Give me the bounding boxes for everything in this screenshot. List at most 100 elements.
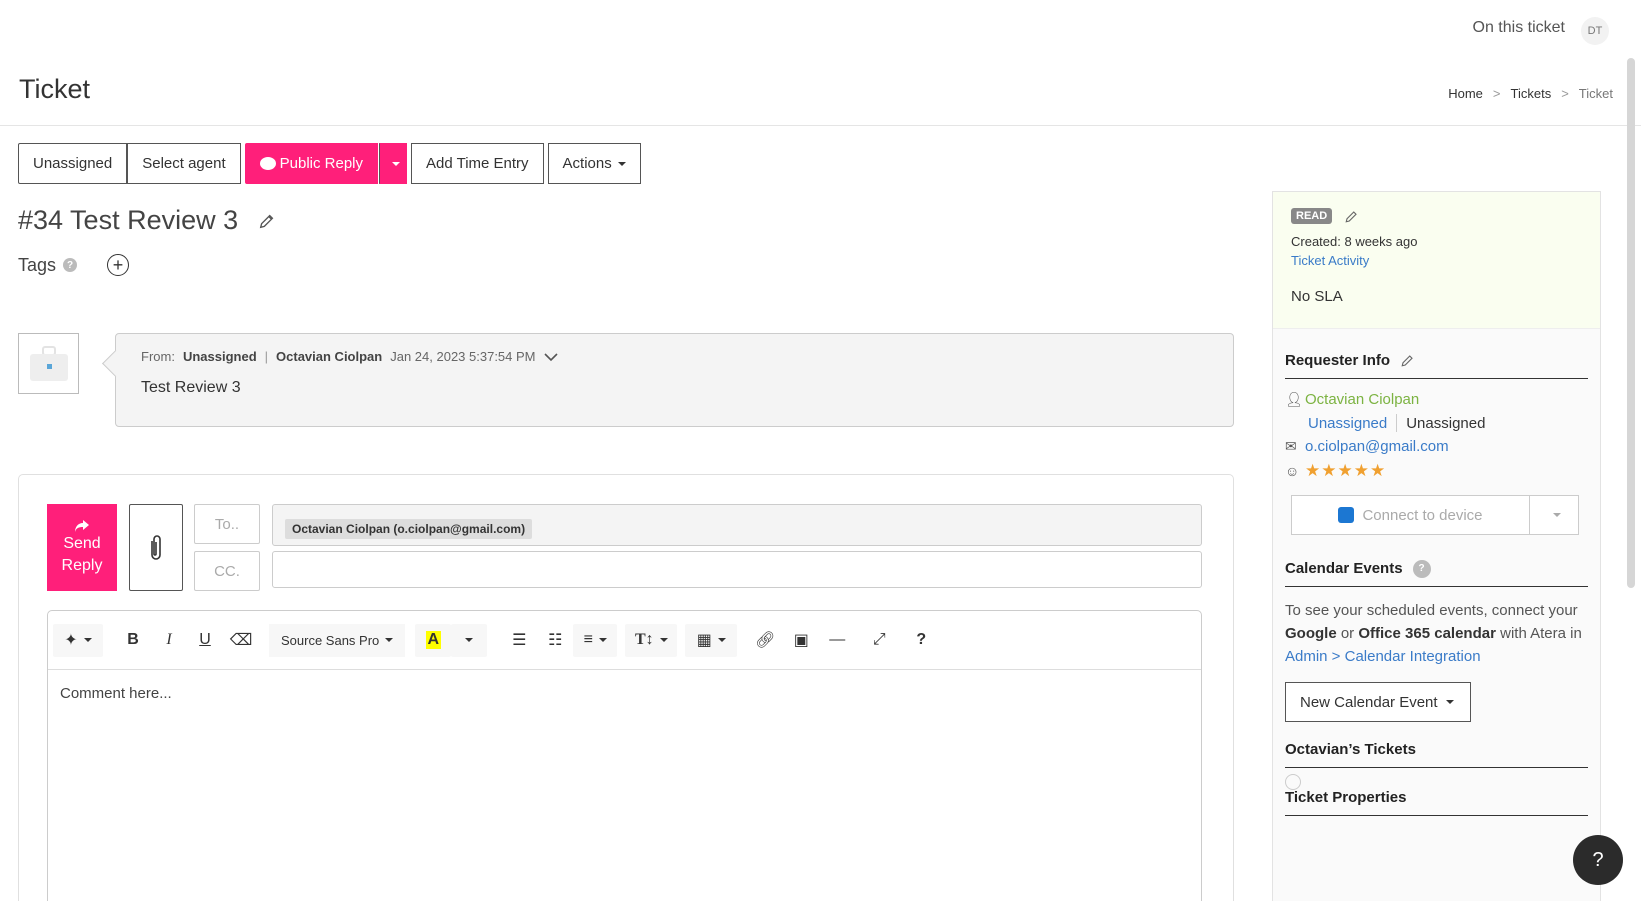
requester-org-link[interactable]: Unassigned: [1308, 415, 1387, 432]
requester-title: Requester Info: [1285, 349, 1588, 379]
requester-tickets-title: Octavian’s Tickets: [1285, 738, 1588, 768]
numbered-list-icon[interactable]: ☷: [537, 624, 573, 657]
caret-down-icon: [392, 161, 400, 166]
align-icon[interactable]: ≡: [573, 623, 618, 657]
editor-toolbar: ✦ B I U ⌫ Source Sans Pro A ☰ ☷ ≡ T↕ ▦ 🔗…: [48, 611, 1201, 670]
bold-icon[interactable]: B: [115, 624, 151, 657]
font-family-select[interactable]: Source Sans Pro: [269, 623, 406, 657]
text-size-icon[interactable]: T↕: [625, 623, 678, 657]
magic-style-icon[interactable]: ✦: [53, 623, 103, 657]
cc-button[interactable]: CC.: [194, 551, 260, 591]
cc-field[interactable]: [272, 551, 1202, 588]
page-scrollbar[interactable]: [1627, 58, 1635, 588]
help-button[interactable]: ?: [1573, 835, 1623, 885]
comment-icon: [259, 157, 276, 170]
table-icon[interactable]: ▦: [685, 623, 738, 657]
horizontal-rule-icon[interactable]: —: [819, 624, 855, 657]
to-field[interactable]: Octavian Ciolpan (o.ciolpan@gmail.com): [272, 504, 1202, 546]
page-title: Ticket: [19, 74, 91, 104]
send-label: Send: [63, 534, 101, 552]
eraser-icon[interactable]: ⌫: [223, 624, 259, 657]
from-value: Unassigned: [182, 349, 257, 364]
italic-icon[interactable]: I: [151, 624, 187, 657]
breadcrumb-separator: >: [1561, 86, 1569, 101]
bullet-list-icon[interactable]: ☰: [501, 624, 537, 657]
requester-name-link[interactable]: Octavian Ciolpan: [1305, 391, 1419, 408]
satisfaction-row: ☺ ★★★★★: [1285, 461, 1588, 481]
help-icon[interactable]: ?: [63, 258, 78, 272]
requester-section: Requester Info 👤︎ Octavian Ciolpan Unass…: [1273, 349, 1600, 535]
comment-editor: ✦ B I U ⌫ Source Sans Pro A ☰ ☷ ≡ T↕ ▦ 🔗…: [47, 610, 1202, 901]
add-time-entry-button[interactable]: Add Time Entry: [411, 143, 544, 184]
breadcrumb-home[interactable]: Home: [1448, 86, 1483, 101]
ticket-status-panel: READ Created: 8 weeks ago Ticket Activit…: [1273, 192, 1600, 329]
message-body: Test Review 3: [141, 379, 241, 396]
ticket-activity-link[interactable]: Ticket Activity: [1291, 253, 1582, 268]
help-icon[interactable]: ?: [903, 624, 939, 657]
message-meta: From: Unassigned | Octavian Ciolpan Jan …: [141, 349, 558, 364]
highlight-dropdown-icon[interactable]: [451, 623, 488, 657]
calendar-integration-link[interactable]: Admin > Calendar Integration: [1285, 648, 1481, 665]
sla-status: No SLA: [1291, 288, 1343, 305]
breadcrumb-tickets[interactable]: Tickets: [1511, 86, 1552, 101]
add-tag-icon[interactable]: +: [107, 254, 130, 276]
connect-device-main[interactable]: Connect to device: [1292, 496, 1530, 534]
connect-device-dropdown[interactable]: [1530, 496, 1578, 534]
underline-icon[interactable]: U: [187, 624, 223, 657]
to-button[interactable]: To..: [194, 504, 260, 544]
user-avatar[interactable]: DT: [1581, 17, 1609, 45]
help-icon[interactable]: ?: [1412, 559, 1431, 578]
image-icon[interactable]: ▣: [783, 624, 819, 657]
public-reply-dropdown-button[interactable]: [379, 143, 407, 184]
breadcrumb: Home > Tickets > Ticket: [1448, 86, 1613, 101]
read-badge: READ: [1291, 208, 1333, 224]
ticket-properties-section: Ticket Properties: [1273, 786, 1600, 816]
calendar-section: Calendar Events ? To see your scheduled …: [1273, 557, 1600, 722]
paperclip-icon: [151, 534, 161, 560]
connect-device-button[interactable]: Connect to device: [1291, 495, 1579, 535]
message-author: Octavian Ciolpan: [276, 349, 383, 364]
fullscreen-icon[interactable]: ⤢: [861, 624, 897, 657]
calendar-description: To see your scheduled events, connect yo…: [1285, 599, 1588, 668]
connect-device-label: Connect to device: [1362, 506, 1483, 524]
edit-pencil-icon[interactable]: [258, 212, 276, 230]
requester-tickets-section: Octavian’s Tickets: [1273, 738, 1600, 790]
comment-input[interactable]: Comment here...: [48, 670, 1201, 717]
message-card: From: Unassigned | Octavian Ciolpan Jan …: [115, 333, 1234, 427]
chevron-down-icon[interactable]: [543, 350, 558, 364]
select-agent-button[interactable]: Select agent: [127, 143, 241, 184]
created-time: Created: 8 weeks ago: [1291, 234, 1418, 249]
cal-google: Google: [1285, 625, 1337, 642]
top-bar: On this ticket DT: [0, 0, 1641, 58]
tags-label: Tags: [18, 254, 57, 275]
requester-email-row: ✉ o.ciolpan@gmail.com: [1285, 438, 1588, 455]
cal-text-part: To see your scheduled events, connect yo…: [1285, 602, 1578, 619]
user-icon: 👤︎: [1285, 391, 1303, 407]
send-reply-button[interactable]: Send Reply: [47, 504, 117, 591]
envelope-icon: ✉: [1285, 438, 1297, 454]
meta-separator: |: [264, 349, 269, 364]
edit-pencil-icon[interactable]: [1400, 353, 1415, 368]
ticket-title-row: #34 Test Review 3: [18, 205, 276, 236]
link-icon[interactable]: 🔗︎: [747, 624, 783, 657]
public-reply-label: Public Reply: [279, 155, 363, 172]
public-reply-button[interactable]: Public Reply: [244, 143, 378, 184]
requester-email-link[interactable]: o.ciolpan@gmail.com: [1305, 438, 1449, 455]
edit-pencil-icon[interactable]: [1344, 209, 1359, 224]
on-this-ticket-link[interactable]: On this ticket: [1473, 19, 1565, 37]
breadcrumb-current: Ticket: [1578, 86, 1613, 101]
ticket-toolbar: Unassigned Select agent Public Reply Add…: [18, 143, 641, 184]
assign-group: Unassigned Select agent: [18, 143, 241, 184]
attach-button[interactable]: [129, 504, 183, 591]
highlight-color-icon[interactable]: A: [415, 623, 452, 657]
recipient-chip[interactable]: Octavian Ciolpan (o.ciolpan@gmail.com): [285, 519, 533, 539]
actions-label: Actions: [562, 155, 612, 172]
tags-row: Tags ? +: [18, 254, 130, 276]
requester-org: Unassigned: [1406, 414, 1486, 432]
ticket-title: #34 Test Review 3: [18, 205, 239, 235]
unassigned-button[interactable]: Unassigned: [18, 143, 128, 184]
cal-text-part: with Atera in: [1495, 625, 1582, 642]
new-calendar-event-button[interactable]: New Calendar Event: [1285, 682, 1471, 722]
actions-button[interactable]: Actions: [547, 143, 641, 184]
cal-office: Office 365 calendar: [1358, 625, 1496, 642]
